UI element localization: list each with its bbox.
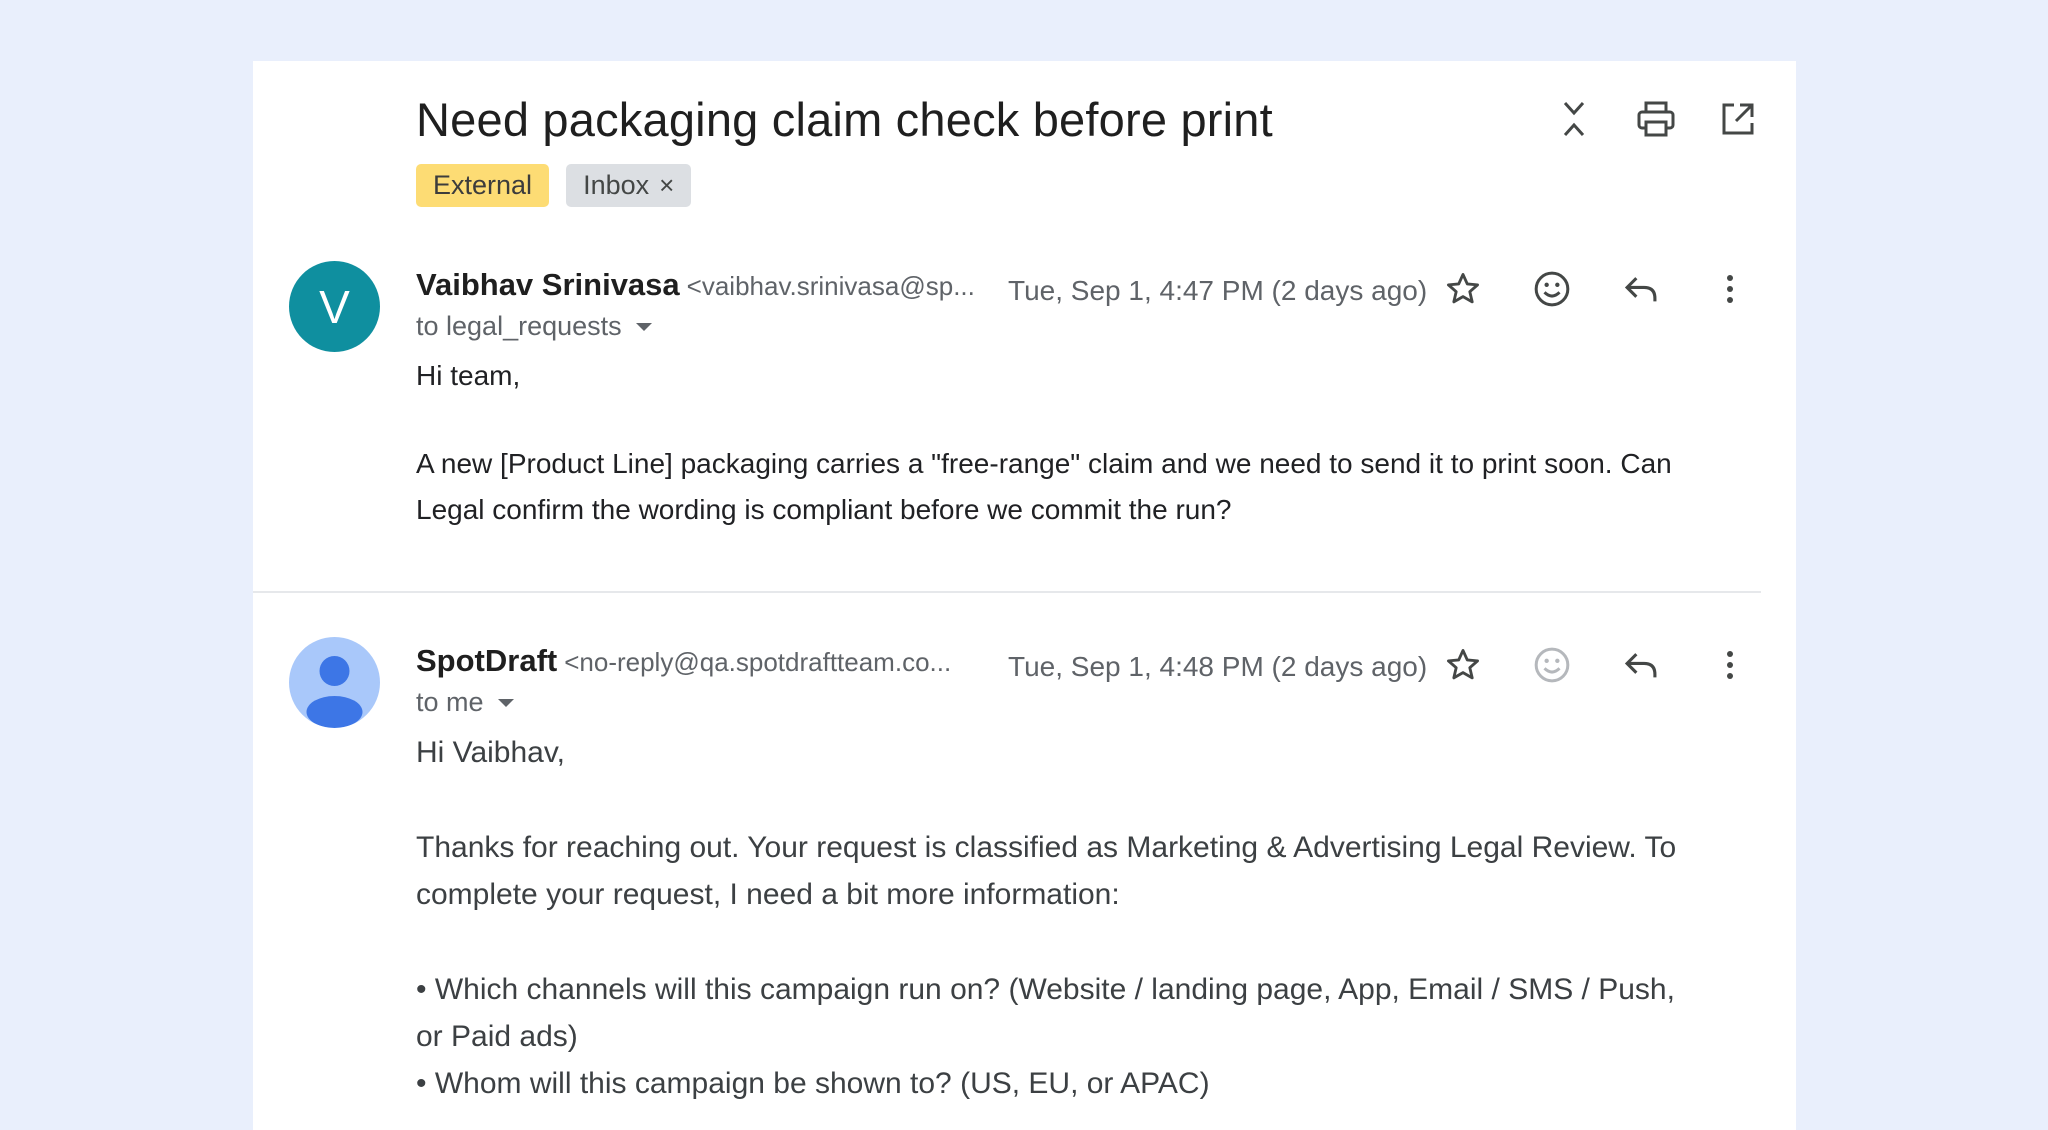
thread-actions	[1554, 99, 1758, 139]
sender-line: Vaibhav Srinivasa <vaibhav.srinivasa@sp.…	[416, 267, 975, 303]
inbox-label-text: Inbox	[583, 170, 650, 200]
more-options-icon[interactable]	[1710, 645, 1750, 685]
recipient-text: to me	[416, 687, 484, 717]
star-icon[interactable]	[1443, 645, 1483, 685]
collapse-all-icon[interactable]	[1554, 99, 1594, 139]
body-paragraph-line: A new [Product Line] packaging carries a…	[416, 448, 1672, 479]
body-bullet-line: • Which channels will this campaign run …	[416, 973, 1675, 1006]
label-chips: External Inbox ×	[416, 164, 692, 207]
open-in-new-window-icon[interactable]	[1718, 99, 1758, 139]
chevron-down-icon[interactable]	[497, 698, 514, 707]
more-options-icon[interactable]	[1710, 269, 1750, 309]
message-date: Tue, Sep 1, 4:47 PM (2 days ago)	[1008, 275, 1428, 306]
sender-email: <no-reply@qa.spotdraftteam.co...	[564, 647, 952, 677]
email-thread-card: Need packaging claim check before print …	[253, 61, 1796, 1130]
sender-name[interactable]: SpotDraft	[416, 643, 557, 679]
message-actions	[1443, 645, 1750, 685]
sender-name[interactable]: Vaibhav Srinivasa	[416, 267, 680, 303]
body-greeting: Hi team,	[416, 360, 521, 391]
emoji-reaction-icon[interactable]	[1532, 269, 1572, 309]
avatar-letter: V	[319, 280, 350, 333]
avatar[interactable]: V	[289, 261, 380, 352]
body-paragraph-line: Legal confirm the wording is compliant b…	[416, 494, 1232, 525]
body-bullet-line: or Paid ads)	[416, 1020, 578, 1053]
print-icon[interactable]	[1636, 99, 1676, 139]
external-label-text: External	[433, 170, 533, 200]
star-icon[interactable]	[1443, 269, 1483, 309]
sender-email: <vaibhav.srinivasa@sp...	[686, 271, 975, 301]
recipient-line: to me	[416, 687, 514, 718]
body-bullet-line: • Whom will this campaign be shown to? (…	[416, 1067, 1210, 1100]
recipient-line: to legal_requests	[416, 311, 652, 342]
chevron-down-icon[interactable]	[635, 322, 652, 331]
sender-line: SpotDraft <no-reply@qa.spotdraftteam.co.…	[416, 643, 951, 679]
body-paragraph-line: complete your request, I need a bit more…	[416, 878, 1120, 911]
person-icon	[306, 656, 363, 728]
recipient-text: to legal_requests	[416, 311, 622, 341]
inbox-label[interactable]: Inbox ×	[566, 164, 692, 207]
message-actions	[1443, 269, 1750, 309]
email-subject: Need packaging claim check before print	[416, 93, 1273, 146]
remove-label-icon[interactable]: ×	[659, 170, 674, 201]
message-divider	[253, 591, 1761, 593]
reply-icon[interactable]	[1621, 645, 1661, 685]
external-label[interactable]: External	[416, 164, 550, 207]
message-date: Tue, Sep 1, 4:48 PM (2 days ago)	[1008, 651, 1428, 682]
message-body: Hi team, A new [Product Line] packaging …	[416, 353, 1776, 533]
avatar[interactable]	[289, 637, 380, 728]
body-paragraph-line: Thanks for reaching out. Your request is…	[416, 831, 1677, 864]
message-body: Hi Vaibhav, Thanks for reaching out. You…	[416, 729, 1776, 1107]
body-greeting: Hi Vaibhav,	[416, 736, 565, 769]
emoji-reaction-icon[interactable]	[1532, 645, 1572, 685]
reply-icon[interactable]	[1621, 269, 1661, 309]
